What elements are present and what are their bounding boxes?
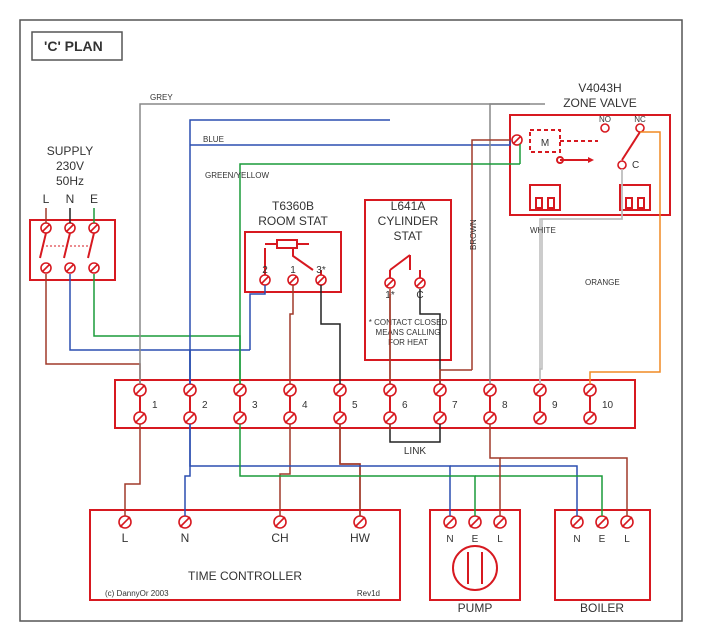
svg-text:6: 6 bbox=[402, 400, 408, 411]
wire-jb4-ch bbox=[280, 424, 290, 516]
link-label: LINK bbox=[404, 446, 427, 457]
svg-text:HW: HW bbox=[350, 531, 371, 545]
wire-N-to-boiler bbox=[450, 466, 577, 516]
svg-text:L: L bbox=[122, 531, 129, 545]
svg-text:Rev1d: Rev1d bbox=[357, 589, 380, 598]
wire-jb2-roomstat2 bbox=[190, 285, 265, 384]
svg-text:9: 9 bbox=[552, 400, 558, 411]
diagram-title: 'C' PLAN bbox=[44, 38, 103, 54]
supply-label-1: SUPPLY bbox=[47, 144, 93, 158]
svg-text:NC: NC bbox=[634, 115, 646, 124]
wire-jb5-roomstat3 bbox=[321, 285, 340, 384]
svg-text:MEANS CALLING: MEANS CALLING bbox=[376, 328, 441, 337]
wire-supply-L bbox=[46, 274, 140, 384]
wire-N-to-pump bbox=[190, 424, 450, 516]
wire-gy-zv bbox=[240, 144, 520, 384]
svg-text:L: L bbox=[624, 534, 630, 545]
svg-text:WHITE: WHITE bbox=[530, 226, 556, 235]
time-controller-block: L N CH HW TIME CONTROLLER (c) DannyOr 20… bbox=[90, 510, 400, 600]
cylstat-label-3: STAT bbox=[394, 229, 424, 243]
wire-jb1-tcL bbox=[125, 424, 140, 516]
svg-text:N: N bbox=[181, 531, 190, 545]
wire-supply-N bbox=[70, 274, 190, 384]
supply-label-3: 50Hz bbox=[56, 174, 84, 188]
svg-text:4: 4 bbox=[302, 400, 308, 411]
zv-label-1: V4043H bbox=[578, 81, 621, 95]
room-stat-block: T6360B ROOM STAT 2 1 3* bbox=[245, 199, 341, 292]
wire-white bbox=[540, 169, 622, 384]
cylstat-label-2: CYLINDER bbox=[378, 214, 439, 228]
wire-brown-zv bbox=[472, 140, 510, 370]
svg-text:10: 10 bbox=[602, 400, 614, 411]
supply-label-2: 230V bbox=[56, 159, 84, 173]
svg-text:GREY: GREY bbox=[150, 93, 173, 102]
svg-text:FOR HEAT: FOR HEAT bbox=[388, 338, 428, 347]
wire-orange bbox=[590, 132, 660, 384]
svg-text:N: N bbox=[446, 534, 453, 545]
svg-text:N: N bbox=[573, 534, 580, 545]
svg-text:8: 8 bbox=[502, 400, 508, 411]
svg-text:1: 1 bbox=[290, 265, 296, 276]
svg-text:CH: CH bbox=[271, 531, 288, 545]
wire-supply-E bbox=[94, 274, 240, 384]
svg-text:5: 5 bbox=[352, 400, 358, 411]
svg-text:3*: 3* bbox=[316, 265, 326, 276]
wire-jb4-roomstat1 bbox=[290, 285, 293, 384]
junction-box: 1 2 3 4 5 6 bbox=[115, 380, 635, 428]
svg-text:E: E bbox=[472, 534, 479, 545]
cylstat-label-1: L641A bbox=[391, 199, 426, 213]
svg-text:2: 2 bbox=[202, 400, 208, 411]
svg-text:L: L bbox=[497, 534, 503, 545]
tc-label: TIME CONTROLLER bbox=[188, 569, 302, 583]
cylinder-stat-block: L641A CYLINDER STAT 1* C * CONTACT CLOSE… bbox=[365, 199, 451, 360]
svg-text:BLUE: BLUE bbox=[203, 135, 224, 144]
svg-text:ORANGE: ORANGE bbox=[585, 278, 620, 287]
svg-text:BROWN: BROWN bbox=[469, 219, 478, 250]
svg-text:C: C bbox=[632, 160, 639, 171]
supply-E: E bbox=[90, 192, 98, 206]
zv-label-2: ZONE VALVE bbox=[563, 96, 637, 110]
svg-text:* CONTACT CLOSED: * CONTACT CLOSED bbox=[369, 318, 448, 327]
roomstat-label-2: ROOM STAT bbox=[258, 214, 328, 228]
wire-jb5-hw bbox=[340, 424, 390, 516]
zone-valve-block: V4043H ZONE VALVE M NO NC C bbox=[510, 81, 670, 215]
svg-text:3: 3 bbox=[252, 400, 258, 411]
boiler-block: N E L BOILER bbox=[555, 510, 650, 615]
wire-jb8-pumpL bbox=[490, 424, 500, 516]
svg-text:M: M bbox=[541, 138, 549, 149]
svg-text:E: E bbox=[599, 534, 606, 545]
svg-text:2: 2 bbox=[262, 265, 268, 276]
svg-text:1: 1 bbox=[152, 400, 158, 411]
svg-text:(c) DannyOr 2003: (c) DannyOr 2003 bbox=[105, 589, 169, 598]
boiler-label: BOILER bbox=[580, 601, 624, 615]
svg-text:7: 7 bbox=[452, 400, 458, 411]
roomstat-label-1: T6360B bbox=[272, 199, 314, 213]
link-wire bbox=[390, 424, 440, 442]
supply-N: N bbox=[66, 192, 75, 206]
wiring-diagram: 'C' PLAN SUPPLY 230V 50Hz L N E T6360B R… bbox=[0, 0, 702, 641]
supply-L: L bbox=[43, 192, 50, 206]
pump-block: N E L PUMP bbox=[430, 510, 520, 615]
svg-text:GREEN/YELLOW: GREEN/YELLOW bbox=[205, 171, 269, 180]
wire-grey bbox=[490, 104, 545, 384]
supply-block: SUPPLY 230V 50Hz L N E bbox=[30, 144, 115, 280]
svg-text:NO: NO bbox=[599, 115, 611, 124]
pump-label: PUMP bbox=[458, 601, 493, 615]
